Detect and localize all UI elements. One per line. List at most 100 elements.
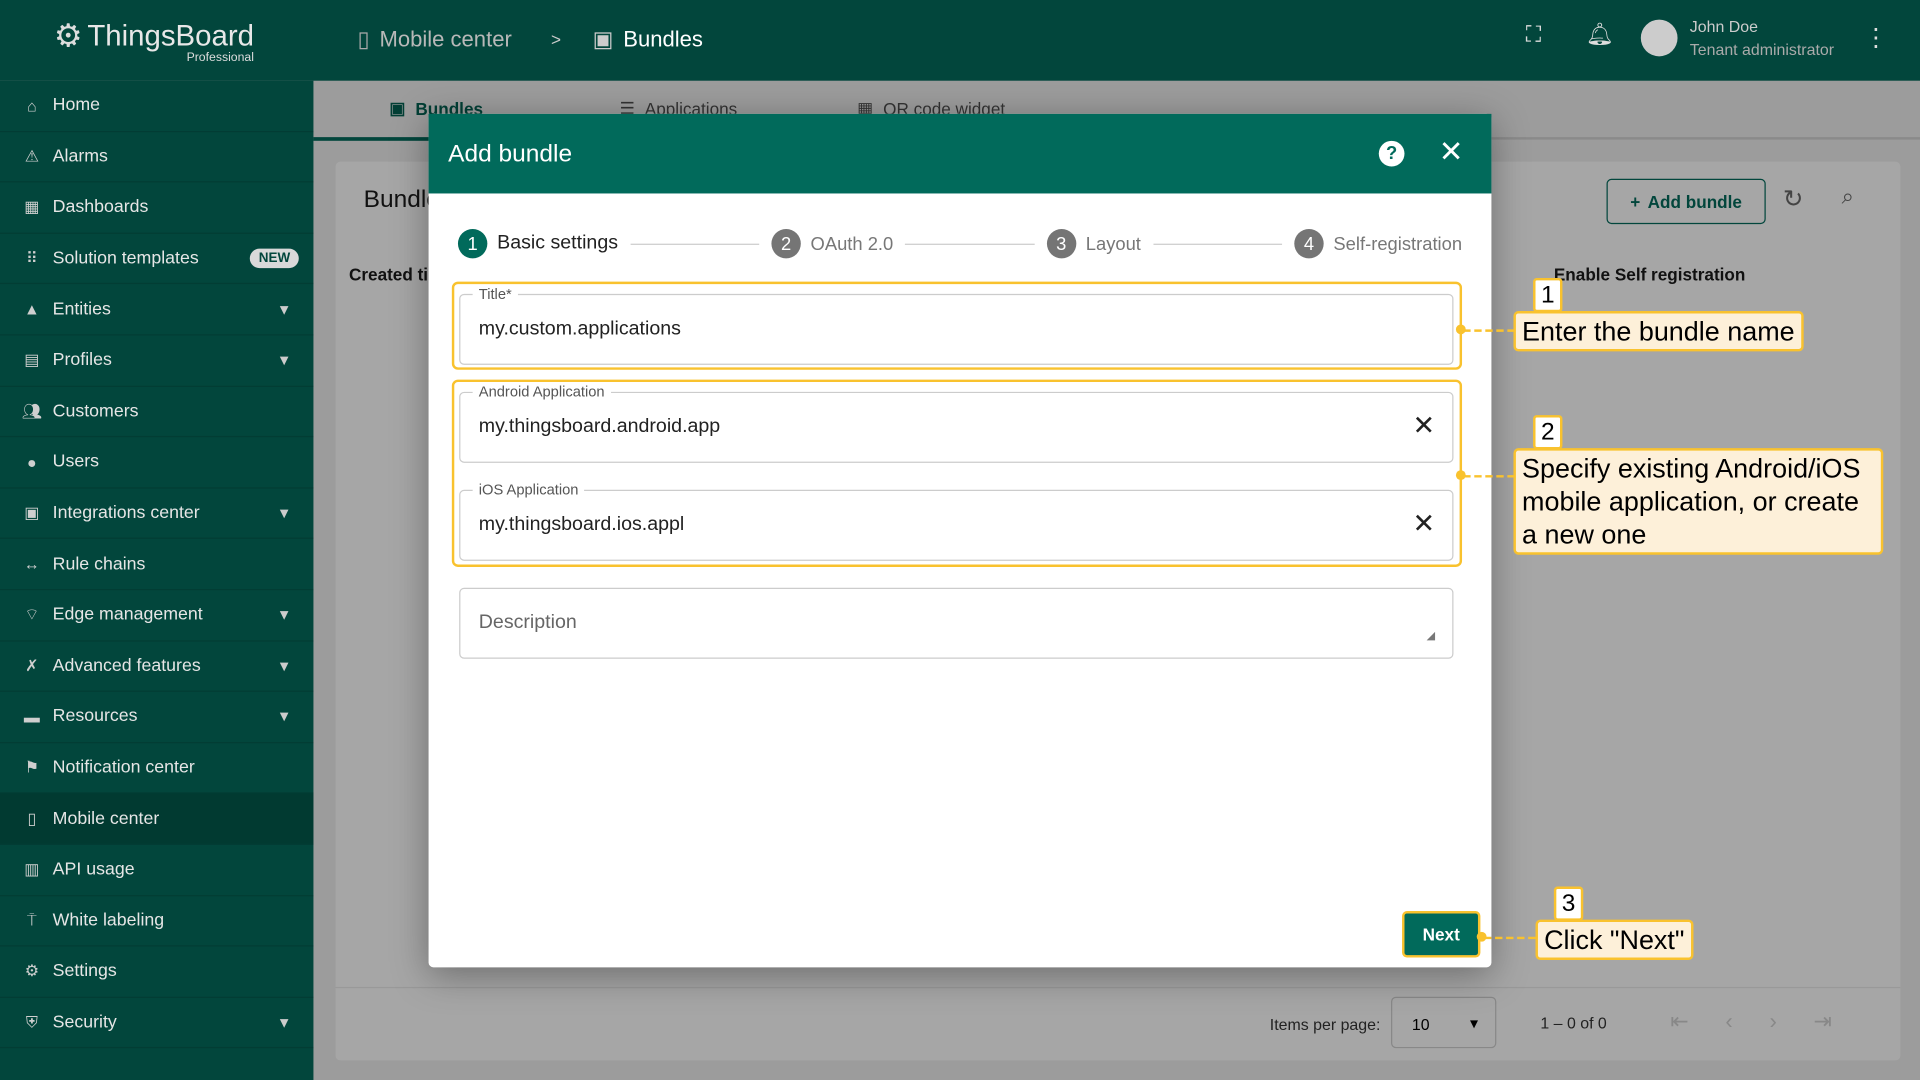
chevron-down-icon[interactable]: ▼ xyxy=(277,657,292,674)
dropdown-arrow-icon: ▾ xyxy=(1469,1013,1478,1033)
step-number: 1 xyxy=(457,228,488,259)
bundle-icon: ▣ xyxy=(389,97,406,118)
chevron-down-icon[interactable]: ▼ xyxy=(277,301,292,318)
sidebar-item-label: Resources xyxy=(52,707,138,727)
close-icon[interactable]: ✕ xyxy=(1439,135,1464,171)
sidebar: ⌂ Home ⚠ Alarms ▦ Dashboards ⠿ Solution templat… xyxy=(0,80,314,1080)
logo-text: ThingsBoard xyxy=(87,18,254,53)
alarm-icon: ⚠ xyxy=(24,146,39,166)
user-menu[interactable]: John Doe Tenant administrator xyxy=(1640,17,1835,59)
column-self-registration[interactable]: Enable Self registration xyxy=(1554,264,1745,284)
user-role: Tenant administrator xyxy=(1689,40,1835,59)
field-label: Title* xyxy=(472,285,518,303)
sidebar-item-edge-management[interactable]: ⌔ Edge management ▼ xyxy=(0,590,314,642)
folder-icon: ▬ xyxy=(23,707,40,727)
callout-line xyxy=(1484,936,1536,940)
sidebar-item-label: Rule chains xyxy=(52,554,146,574)
sidebar-item-profiles[interactable]: ▤ Profiles ▼ xyxy=(0,335,314,387)
sidebar-item-label: Advanced features xyxy=(52,656,201,676)
step-self-registration[interactable]: 4 Self-registration xyxy=(1294,228,1462,259)
sidebar-item-solution-templates[interactable]: ⠿ Solution templates NEW xyxy=(0,234,314,285)
bell-icon[interactable]: 🔔︎ xyxy=(1586,22,1614,48)
home-icon: ⌂ xyxy=(27,96,37,115)
more-vert-icon[interactable]: ⋮ xyxy=(1864,22,1888,53)
user-icon: ● xyxy=(27,453,37,472)
sidebar-item-customers[interactable]: 👥︎ Customers xyxy=(0,386,314,438)
sidebar-item-label: Home xyxy=(52,95,101,116)
pagination-icons[interactable]: ⇤‹›⇥ xyxy=(1670,1009,1869,1035)
mobile-icon: ▯ xyxy=(27,808,37,828)
next-button[interactable]: Next xyxy=(1402,911,1481,958)
sidebar-item-advanced-features[interactable]: ✗ Advanced features ▼ xyxy=(0,641,314,692)
step-layout[interactable]: 3 Layout xyxy=(1046,228,1141,259)
step-basic-settings[interactable]: 1 Basic settings xyxy=(457,228,618,259)
notification-icon: ⚑ xyxy=(24,757,39,777)
column-created-time[interactable]: Created time xyxy=(349,264,427,284)
callout-2: Specify existing Android/iOS mobile appl… xyxy=(1513,448,1884,555)
sidebar-item-security[interactable]: ⛨ Security ▼ xyxy=(0,998,314,1049)
step-number: 3 xyxy=(1046,228,1076,259)
sidebar-item-home[interactable]: ⌂ Home xyxy=(0,81,314,132)
fullscreen-icon[interactable]: ⛶ xyxy=(1526,22,1541,48)
callout-number: 3 xyxy=(1553,886,1584,921)
chart-icon: ▥ xyxy=(24,859,40,879)
dialog-title: Add bundle xyxy=(448,140,573,168)
avatar xyxy=(1640,19,1678,57)
sidebar-item-alarms[interactable]: ⚠ Alarms xyxy=(0,132,314,183)
callout-1: Enter the bundle name xyxy=(1513,311,1804,352)
logo[interactable]: ⚙ ThingsBoard Professional xyxy=(54,17,254,65)
shield-icon: ⛨ xyxy=(25,1012,38,1032)
ios-application-select[interactable]: iOS Application my.thingsboard.ios.appl ✕ xyxy=(459,481,1454,561)
paint-icon: ⍑ xyxy=(27,910,37,930)
step-number: 4 xyxy=(1294,228,1324,259)
items-per-page-label: Items per page: xyxy=(1269,1015,1381,1034)
help-icon[interactable]: ? xyxy=(1378,140,1405,167)
field-value: my.thingsboard.ios.appl xyxy=(478,514,685,536)
profiles-icon: ▤ xyxy=(24,350,40,369)
sidebar-item-mobile-center[interactable]: ▯ Mobile center xyxy=(0,793,314,845)
sidebar-item-resources[interactable]: ▬ Resources ▼ xyxy=(0,692,314,743)
select-value: 10 xyxy=(1411,1015,1430,1034)
sidebar-item-dashboards[interactable]: ▦ Dashboards xyxy=(0,183,314,234)
bundle-icon: ▣ xyxy=(592,26,614,52)
sidebar-item-integrations-center[interactable]: ▣ Integrations center ▼ xyxy=(0,488,314,540)
chevron-down-icon[interactable]: ▼ xyxy=(277,708,292,725)
sidebar-item-settings[interactable]: ⚙ Settings xyxy=(0,947,314,998)
field-label: Android Application xyxy=(472,383,611,401)
clear-icon[interactable]: ✕ xyxy=(1413,508,1436,540)
stepper: 1 Basic settings 2 OAuth 2.0 3 Layout 4 Self… xyxy=(457,228,1462,259)
title-input[interactable]: Title* my.custom.applications xyxy=(459,285,1454,365)
search-icon[interactable]: ⌕ xyxy=(1842,184,1854,210)
sidebar-item-notification-center[interactable]: ⚑ Notification center xyxy=(0,743,314,794)
tools-icon: ✗ xyxy=(25,656,39,675)
dashboard-icon: ▦ xyxy=(24,197,40,217)
resize-handle-icon[interactable]: ◢ xyxy=(1427,629,1435,642)
callout-3: Click "Next" xyxy=(1535,919,1694,961)
sidebar-item-api-usage[interactable]: ▥ API usage xyxy=(0,845,314,896)
refresh-icon[interactable]: ↻ xyxy=(1783,184,1804,215)
clear-icon[interactable]: ✕ xyxy=(1413,410,1436,442)
crumb-label: Mobile center xyxy=(379,26,512,52)
step-oauth[interactable]: 2 OAuth 2.0 xyxy=(771,228,894,259)
sidebar-item-users[interactable]: ● Users xyxy=(0,437,314,489)
customers-icon: 👥︎ xyxy=(21,401,42,420)
add-bundle-button[interactable]: + Add bundle xyxy=(1606,178,1766,225)
sidebar-item-white-labeling[interactable]: ⍑ White labeling xyxy=(0,896,314,947)
description-textarea[interactable]: Description ◢ xyxy=(459,587,1454,659)
chevron-down-icon[interactable]: ▼ xyxy=(277,505,292,522)
sidebar-item-entities[interactable]: ▲ Entities ▼ xyxy=(0,285,314,336)
chevron-down-icon[interactable]: ▼ xyxy=(277,352,292,369)
items-per-page-select[interactable]: 10 ▾ xyxy=(1391,996,1497,1049)
android-application-select[interactable]: Android Application my.thingsboard.androi… xyxy=(459,383,1454,463)
placeholder: Description xyxy=(478,612,577,634)
sidebar-item-label: Customers xyxy=(52,401,139,422)
breadcrumb-mobile-center[interactable]: ▯ Mobile center xyxy=(358,27,512,53)
chevron-down-icon[interactable]: ▼ xyxy=(277,606,292,623)
chevron-down-icon[interactable]: ▼ xyxy=(277,1014,292,1031)
sidebar-item-rule-chains[interactable]: ↔ Rule chains xyxy=(0,539,314,591)
button-label: Add bundle xyxy=(1647,191,1742,212)
sidebar-item-label: Security xyxy=(52,1012,117,1033)
sidebar-item-label: Mobile center xyxy=(52,808,160,829)
step-label: OAuth 2.0 xyxy=(810,233,894,255)
divider xyxy=(335,986,1901,989)
